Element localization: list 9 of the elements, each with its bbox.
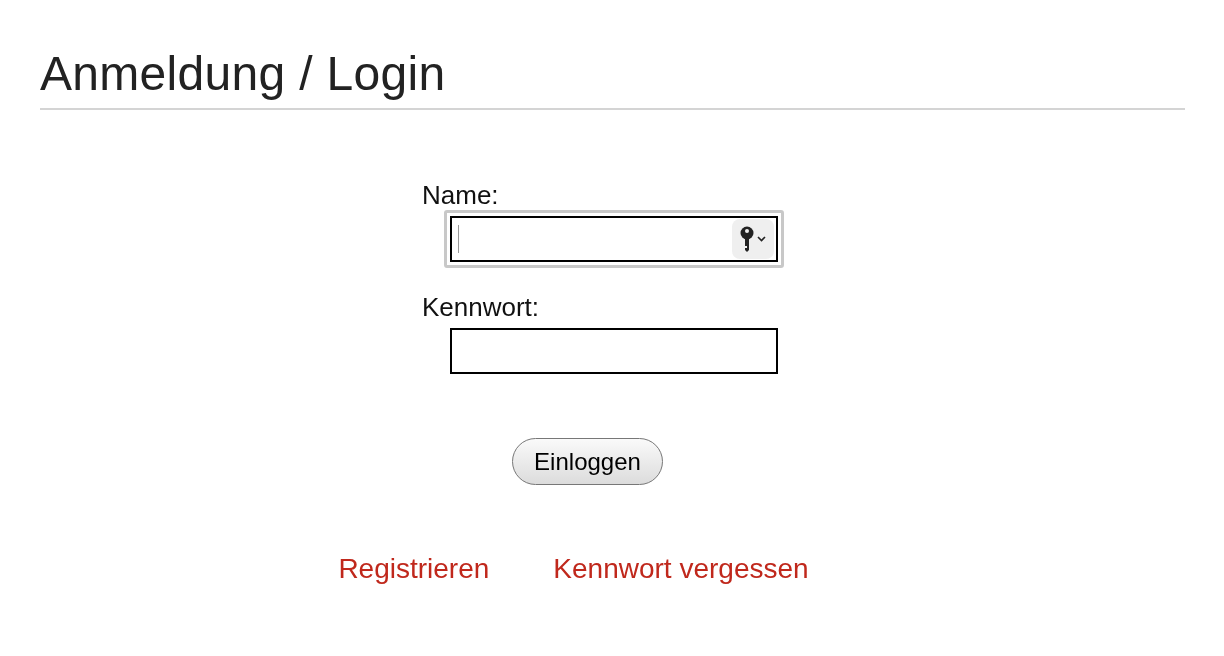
key-icon[interactable]: [732, 219, 774, 259]
page-title: Anmeldung / Login: [40, 48, 446, 100]
field-label: Kennwort:: [422, 292, 540, 322]
field-label: Name:: [422, 180, 499, 210]
link[interactable]: Registrieren: [338, 553, 490, 585]
input-field[interactable]: [450, 216, 778, 262]
login-button[interactable]: Einloggen: [512, 438, 663, 485]
input-field[interactable]: [450, 328, 778, 374]
link[interactable]: Kennwort vergessen: [553, 553, 809, 585]
